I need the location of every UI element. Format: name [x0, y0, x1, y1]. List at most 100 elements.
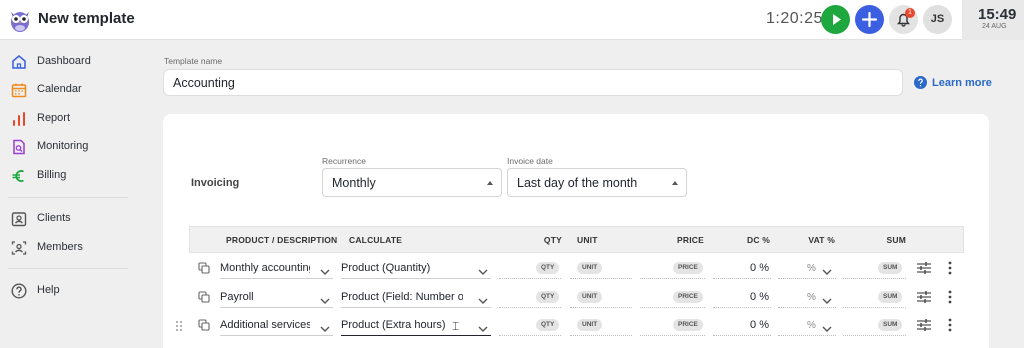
price-field[interactable]: PRICE	[673, 262, 703, 274]
price-underline	[640, 278, 705, 279]
sidebar-item-calendar[interactable]: Calendar	[10, 79, 140, 101]
sidebar-item-dashboard[interactable]: Dashboard	[10, 51, 140, 73]
sidebar-item-label: Report	[37, 112, 71, 124]
clock-time: 15:49	[978, 6, 1017, 23]
vat-underline	[778, 278, 836, 279]
chevron-down-icon	[478, 262, 488, 275]
sliders-icon[interactable]	[916, 318, 932, 332]
unit-field[interactable]: UNIT	[577, 262, 603, 274]
column-header-vat: VAT %	[808, 235, 835, 245]
template-name-label: Template name	[164, 56, 223, 66]
discount-field[interactable]: 0 %	[729, 291, 769, 303]
qty-field[interactable]: QTY	[536, 291, 560, 303]
dc-underline	[713, 278, 771, 279]
sum-field: SUM	[878, 291, 903, 303]
unit-underline	[570, 278, 632, 279]
product-value: Payroll	[220, 291, 254, 303]
vat-select[interactable]: %	[807, 292, 816, 303]
clock-date: 24 AUG	[982, 23, 1007, 30]
vat-underline	[778, 335, 836, 336]
unit-underline	[570, 307, 632, 308]
product-value: Additional services	[220, 319, 310, 331]
vat-underline	[778, 307, 836, 308]
help-icon	[11, 283, 27, 299]
sidebar-divider	[8, 268, 128, 269]
qty-field[interactable]: QTY	[536, 262, 560, 274]
sum-underline	[843, 307, 906, 308]
vat-select[interactable]: %	[807, 263, 816, 274]
sidebar-item-label: Monitoring	[37, 140, 89, 152]
help-circle-icon	[914, 76, 927, 89]
sidebar-divider	[8, 197, 128, 198]
text-cursor-icon: ⌶	[452, 319, 460, 333]
duplicate-icon[interactable]	[198, 319, 210, 331]
qty-underline	[499, 278, 561, 279]
product-value: Monthly accounting	[220, 262, 310, 274]
sidebar-item-billing[interactable]: Billing	[10, 165, 140, 187]
avatar[interactable]: JS	[923, 5, 952, 34]
add-button[interactable]	[855, 5, 884, 34]
vat-select[interactable]: %	[807, 320, 816, 331]
discount-field[interactable]: 0 %	[729, 319, 769, 331]
column-header-price: PRICE	[677, 235, 704, 245]
price-field[interactable]: PRICE	[673, 319, 703, 331]
sidebar-item-monitoring[interactable]: Monitoring	[10, 136, 140, 158]
qty-field[interactable]: QTY	[536, 319, 560, 331]
more-vertical-icon[interactable]	[948, 261, 952, 275]
drag-handle-icon[interactable]	[175, 320, 183, 332]
invoice-date-label: Invoice date	[507, 156, 553, 166]
calculate-value: Product (Extra hours)	[341, 319, 446, 331]
more-vertical-icon[interactable]	[948, 290, 952, 304]
sidebar-item-label: Calendar	[37, 83, 82, 95]
sidebar-item-help[interactable]: Help	[10, 280, 140, 302]
calculate-value: Product (Field: Number of	[341, 291, 463, 303]
dc-underline	[713, 307, 771, 308]
chevron-down-icon	[320, 319, 330, 332]
duplicate-icon[interactable]	[198, 262, 210, 274]
sliders-icon[interactable]	[916, 261, 932, 275]
price-underline	[640, 335, 705, 336]
sum-field: SUM	[878, 262, 903, 274]
sum-underline	[843, 278, 906, 279]
recurrence-label: Recurrence	[322, 156, 366, 166]
calculate-select[interactable]: Product (Field: Number of	[341, 286, 491, 308]
play-icon	[833, 14, 841, 25]
product-select[interactable]: Payroll	[220, 286, 333, 308]
top-bar: New template 1:20:25 1 JS 15:49 24 AUG	[0, 0, 1024, 40]
discount-field[interactable]: 0 %	[729, 262, 769, 274]
chevron-down-icon	[478, 319, 488, 332]
learn-more-label: Learn more	[932, 77, 992, 89]
page-title: New template	[38, 10, 135, 27]
chevron-down-icon	[478, 291, 488, 304]
sidebar-item-clients[interactable]: Clients	[10, 208, 140, 230]
sidebar-item-members[interactable]: Members	[10, 237, 140, 259]
duplicate-icon[interactable]	[198, 291, 210, 303]
plus-icon	[861, 11, 878, 28]
calculate-select[interactable]: Product (Quantity)	[341, 257, 491, 279]
sidebar-item-label: Dashboard	[37, 55, 91, 67]
timer-display: 1:20:25	[766, 10, 823, 27]
calculate-select[interactable]: Product (Extra hours)	[341, 314, 491, 336]
price-field[interactable]: PRICE	[673, 291, 703, 303]
sliders-icon[interactable]	[916, 290, 932, 304]
start-timer-button[interactable]	[821, 5, 850, 34]
template-name-input[interactable]: Accounting	[163, 69, 903, 96]
table-row: Additional services Product (Extra hours)…	[176, 311, 964, 340]
id-card-icon	[11, 212, 27, 227]
product-select[interactable]: Monthly accounting	[220, 257, 333, 279]
invoice-date-select[interactable]: Last day of the month	[507, 168, 687, 197]
owl-logo-icon	[11, 12, 29, 32]
unit-field[interactable]: UNIT	[577, 291, 603, 303]
column-header-dc: DC %	[747, 235, 770, 245]
recurrence-select[interactable]: Monthly	[322, 168, 502, 197]
chevron-down-icon	[822, 291, 832, 304]
sidebar-item-report[interactable]: Report	[10, 108, 140, 130]
caret-up-icon	[672, 181, 678, 185]
more-vertical-icon[interactable]	[948, 318, 952, 332]
bar-chart-icon	[13, 112, 25, 126]
table-row: Monthly accounting Product (Quantity) QTY U…	[189, 254, 964, 283]
unit-field[interactable]: UNIT	[577, 319, 603, 331]
product-select[interactable]: Additional services	[220, 314, 333, 336]
chevron-down-icon	[822, 319, 832, 332]
caret-up-icon	[487, 181, 493, 185]
